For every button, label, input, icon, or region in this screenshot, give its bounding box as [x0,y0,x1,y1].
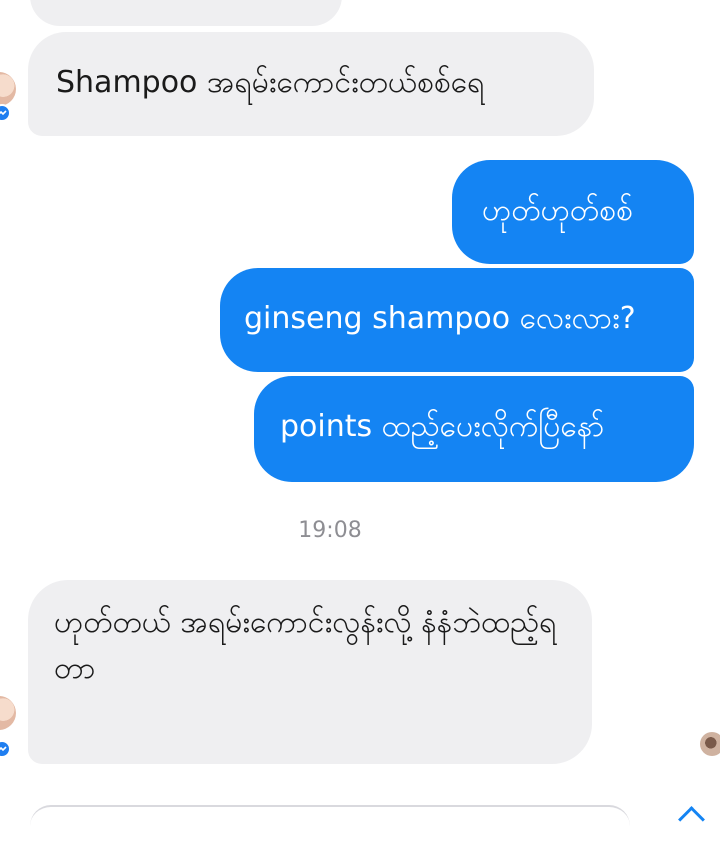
messenger-logo-icon [0,740,11,758]
message-text: ဟုတ်တယ် အရမ်းကောင်းလွန်းလို့ နံနံဘဲထည့်ရ… [54,605,557,686]
message-composer[interactable] [30,805,630,847]
chevron-up-icon[interactable] [678,806,705,833]
contact-avatar-icon[interactable] [0,72,16,106]
outgoing-message[interactable]: ginseng shampoo လေးလား? [220,268,694,372]
incoming-message[interactable]: ဟုတ်တယ် အရမ်းကောင်းလွန်းလို့ နံနံဘဲထည့်ရ… [28,580,592,764]
outgoing-message[interactable]: points ထည့်ပေးလိုက်ပြီနော် [254,376,694,482]
messenger-logo-icon [0,104,11,122]
previous-message-bubble [30,0,342,26]
message-text: Shampoo အရမ်းကောင်းတယ်စစ်ရေ [56,65,485,100]
message-timestamp: 19:08 [298,518,362,543]
outgoing-message[interactable]: ဟုတ်ဟုတ်စစ် [452,160,694,264]
message-text: ဟုတ်ဟုတ်စစ် [482,193,633,228]
contact-avatar-icon[interactable] [0,696,16,730]
message-text: points ထည့်ပေးလိုက်ပြီနော် [280,409,605,444]
message-text: ginseng shampoo လေးလား? [244,301,636,336]
incoming-message[interactable]: Shampoo အရမ်းကောင်းတယ်စစ်ရေ [28,32,594,136]
seen-avatar-icon [700,732,720,756]
